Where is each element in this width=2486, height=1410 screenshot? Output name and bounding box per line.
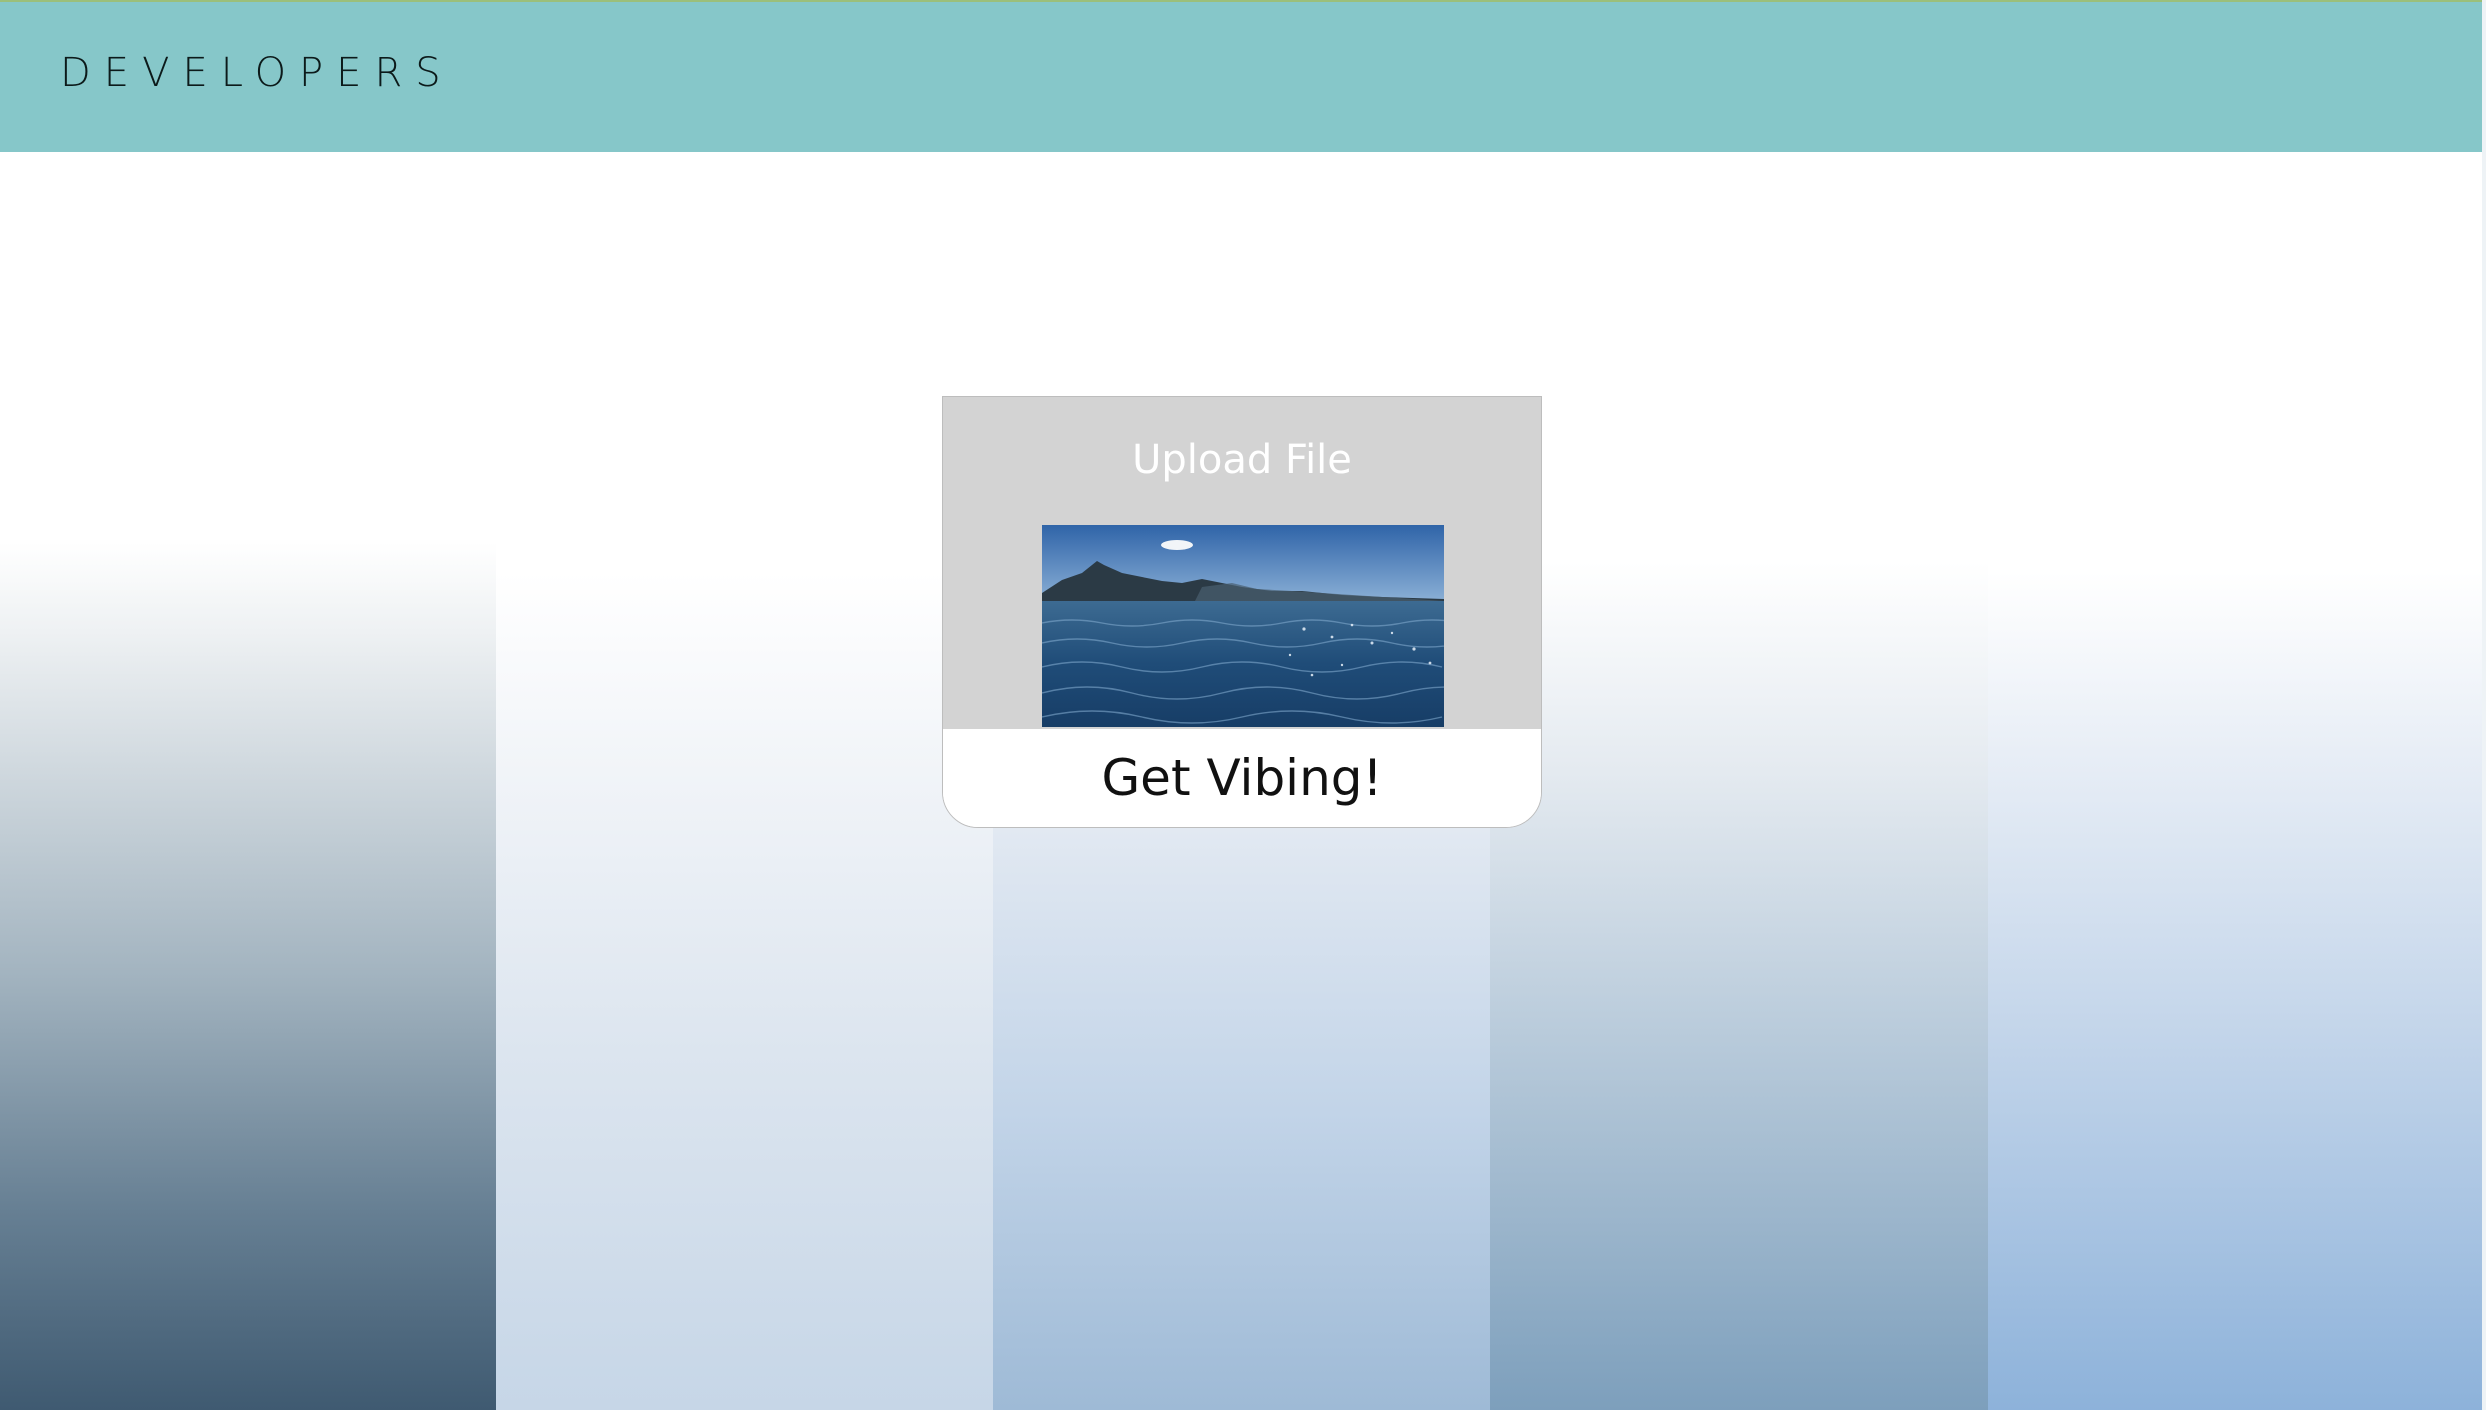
upload-dropzone[interactable]: Upload File (943, 397, 1541, 729)
upload-file-label[interactable]: Upload File (943, 437, 1541, 483)
brand-logo-text[interactable]: DEVELOPERS (60, 50, 454, 96)
background-column-5 (1988, 152, 2482, 1410)
get-vibing-button[interactable]: Get Vibing! (943, 729, 1541, 827)
background-column-2 (496, 152, 993, 1410)
preview-image (1042, 525, 1444, 727)
navbar: DEVELOPERS (0, 2, 2486, 152)
right-edge-strip (2482, 0, 2486, 1410)
upload-card: Upload File Get Vibing! (942, 396, 1542, 828)
background-column-1 (0, 152, 496, 1410)
get-vibing-label: Get Vibing! (1101, 749, 1383, 807)
background-column-4 (1490, 152, 1988, 1410)
